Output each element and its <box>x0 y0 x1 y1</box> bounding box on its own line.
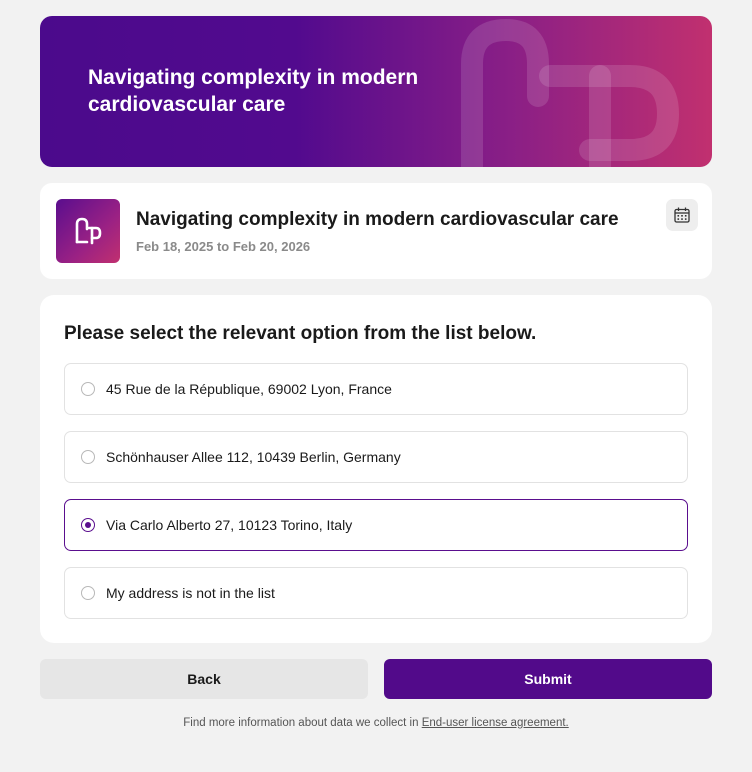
event-dates: Feb 18, 2025 to Feb 20, 2026 <box>136 239 311 254</box>
address-option-not-listed[interactable]: My address is not in the list <box>64 567 688 619</box>
radio-button-selected[interactable] <box>81 518 95 532</box>
option-label: My address is not in the list <box>106 585 275 601</box>
footer-text: Find more information about data we coll… <box>183 717 419 729</box>
footer-note: Find more information about data we coll… <box>0 717 752 729</box>
event-card: Navigating complexity in modern cardiova… <box>40 183 712 279</box>
question-title: Please select the relevant option from t… <box>64 323 537 344</box>
address-selection-card: Please select the relevant option from t… <box>40 295 712 643</box>
radio-button[interactable] <box>81 586 95 600</box>
address-option-torino[interactable]: Via Carlo Alberto 27, 10123 Torino, Ital… <box>64 499 688 551</box>
brand-logo-icon <box>75 217 102 245</box>
radio-button[interactable] <box>81 450 95 464</box>
hero-title: Navigating complexity in modern cardiova… <box>88 66 419 116</box>
address-option-berlin[interactable]: Schönhauser Allee 112, 10439 Berlin, Ger… <box>64 431 688 483</box>
option-label: 45 Rue de la République, 69002 Lyon, Fra… <box>106 381 392 397</box>
event-title: Navigating complexity in modern cardiova… <box>136 209 619 230</box>
hero-banner: Navigating complexity in modern cardiova… <box>40 16 712 167</box>
event-logo <box>56 199 120 263</box>
back-button[interactable]: Back <box>40 659 368 699</box>
submit-button[interactable]: Submit <box>384 659 712 699</box>
option-label: Schönhauser Allee 112, 10439 Berlin, Ger… <box>106 449 401 465</box>
address-option-lyon[interactable]: 45 Rue de la République, 69002 Lyon, Fra… <box>64 363 688 415</box>
radio-button[interactable] <box>81 382 95 396</box>
calendar-icon <box>674 207 690 223</box>
eula-link[interactable]: End-user license agreement. <box>422 717 569 729</box>
option-label: Via Carlo Alberto 27, 10123 Torino, Ital… <box>106 517 353 533</box>
add-to-calendar-button[interactable] <box>666 199 698 231</box>
